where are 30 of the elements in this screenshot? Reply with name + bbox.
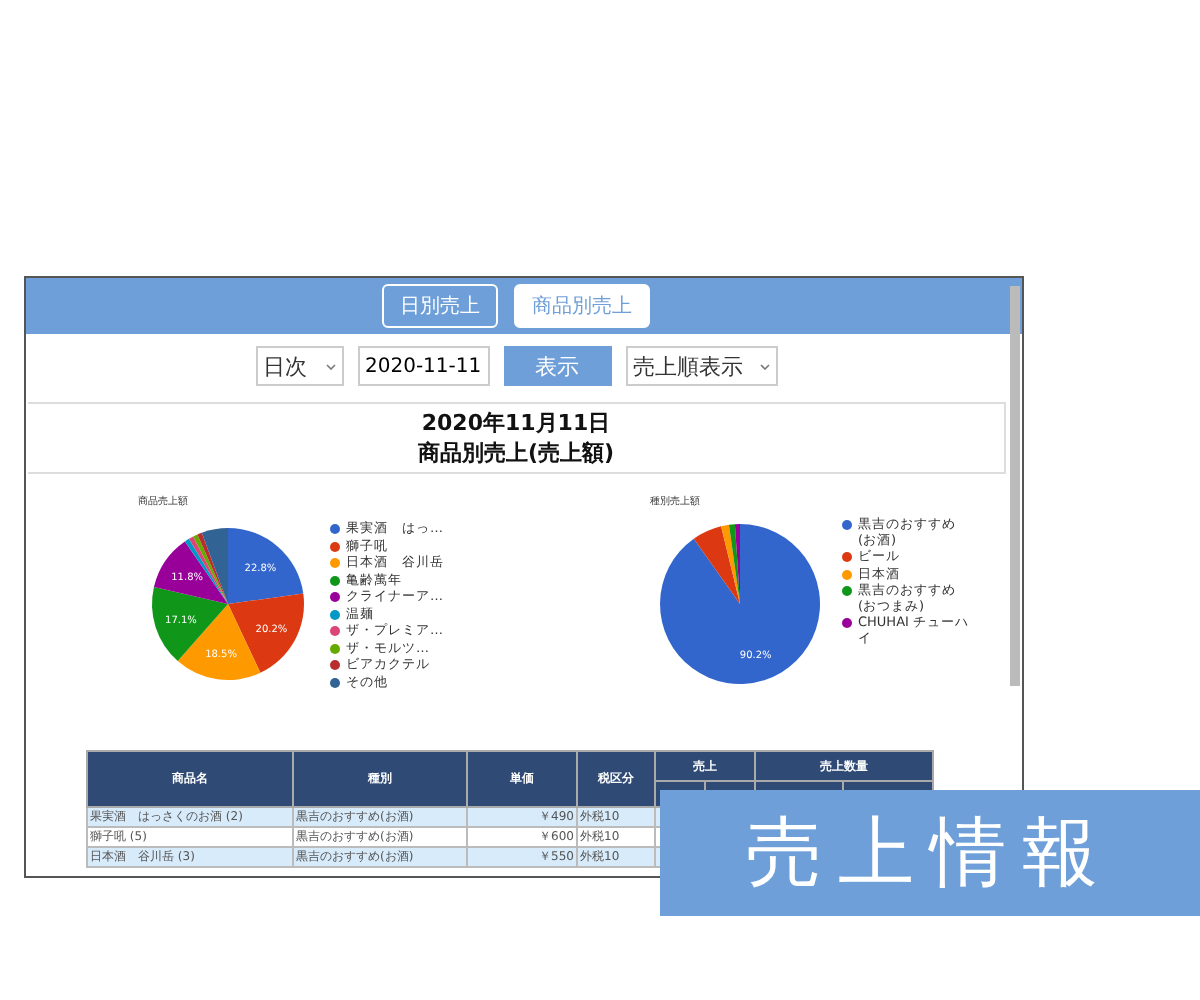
date-field[interactable]: 2020-11-11 [357,346,489,386]
legend-dot [330,660,340,670]
pie-slice[interactable] [693,526,740,604]
legend-dot [842,618,852,628]
legend-dot [330,592,340,602]
legend-dot [842,552,852,562]
legend-dot [842,520,852,530]
sort-select[interactable]: 売上順表示 [625,346,777,386]
report-date: 2020年11月11日 [421,408,611,438]
legend-dot [330,558,340,568]
legend-dot [330,524,340,534]
period-select[interactable]: 日次 [255,346,343,386]
legend-dot [330,677,340,687]
report-title: 商品別売上(売上額) [417,438,615,468]
legend-dot [330,541,340,551]
legend-dot [842,569,852,579]
chevron-down-icon [759,363,769,369]
legend-dot [330,643,340,653]
legend-dot [330,575,340,585]
pie-slice[interactable] [660,524,820,684]
chevron-down-icon [325,363,335,369]
legend-dot [330,626,340,636]
pie-slice[interactable] [721,524,740,604]
scrollbar[interactable] [1010,286,1020,686]
pie-slice[interactable] [153,541,228,604]
pie-slice[interactable] [228,528,304,604]
legend-dot [842,586,852,596]
pie-slice[interactable] [729,524,740,604]
section-label: 売上情報 [660,790,1200,916]
legend-dot [330,609,340,619]
